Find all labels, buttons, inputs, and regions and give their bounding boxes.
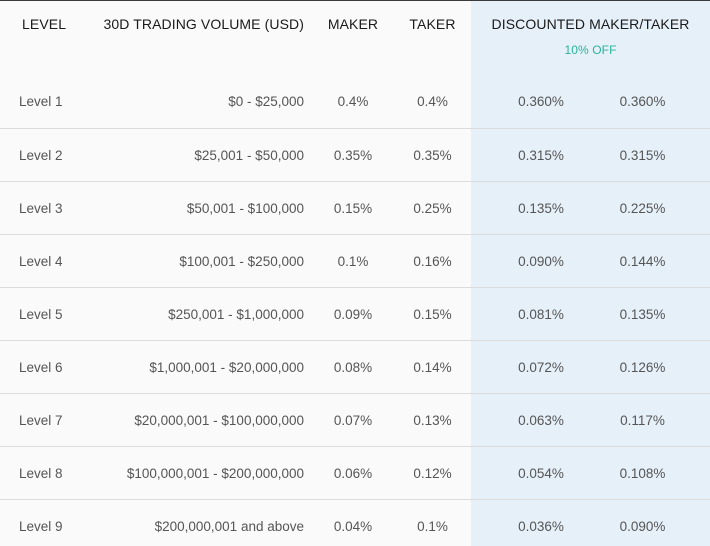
table-row: Level 8 $100,000,001 - $200,000,000 0.06% 0… [0,446,710,500]
volume-cell: $1,000,001 - $20,000,000 [100,340,312,394]
discounted-maker-fee-cell: 0.054% [471,446,591,500]
discounted-taker-fee-cell: 0.144% [591,234,710,288]
level-cell: Level 8 [0,446,100,500]
volume-cell: $200,000,001 and above [154,518,304,534]
level-cell: Level 9 [19,518,63,534]
discounted-taker-fee-cell: 0.090% [619,518,666,534]
maker-fee-cell: 0.15% [312,181,394,235]
maker-fee-cell: 0.35% [312,128,394,182]
taker-fee-cell: 0.35% [394,128,471,182]
taker-fee-cell: 0.13% [394,393,471,447]
volume-cell: $20,000,001 - $100,000,000 [100,393,312,447]
maker-fee-cell: 0.06% [312,446,394,500]
maker-fee-cell: 0.09% [312,287,394,341]
discounted-maker-fee-cell: 0.090% [471,234,591,288]
level-cell: Level 4 [0,234,100,288]
level-cell: Level 3 [0,181,100,235]
discounted-taker-fee-cell: 0.225% [591,181,710,235]
fee-table: LEVEL 30D TRADING VOLUME (USD) MAKER TAK… [0,1,710,546]
fee-table-header: LEVEL 30D TRADING VOLUME (USD) MAKER TAK… [0,1,710,75]
discounted-maker-fee-cell: 0.063% [471,393,591,447]
discounted-maker-fee-cell: 0.036% [518,518,564,534]
discounted-maker-fee-cell: 0.081% [471,287,591,341]
level-cell: Level 2 [0,128,100,182]
volume-cell: $100,000,001 - $200,000,000 [100,446,312,500]
header-maker: MAKER [327,16,379,32]
level-cell: Level 6 [0,340,100,394]
taker-fee-cell: 0.12% [394,446,471,500]
volume-cell: $100,001 - $250,000 [100,234,312,288]
volume-cell: $250,001 - $1,000,000 [100,287,312,341]
volume-cell: $0 - $25,000 [100,75,312,129]
taker-fee-cell: 0.1% [417,518,448,534]
taker-fee-cell: 0.15% [394,287,471,341]
discounted-taker-fee-cell: 0.117% [591,393,710,447]
table-row: Level 7 $20,000,001 - $100,000,000 0.07% 0.… [0,393,710,447]
level-cell: Level 7 [0,393,100,447]
header-level: LEVEL [22,16,67,32]
discounted-maker-fee-cell: 0.072% [471,340,591,394]
discounted-taker-fee-cell: 0.360% [591,75,710,129]
maker-fee-cell: 0.04% [333,518,373,534]
taker-fee-cell: 0.16% [394,234,471,288]
discounted-maker-fee-cell: 0.135% [471,181,591,235]
header-volume: 30D TRADING VOLUME (USD) [103,16,304,32]
discounted-taker-fee-cell: 0.126% [591,340,710,394]
level-cell: Level 5 [0,287,100,341]
table-row: Level 2 $25,001 - $50,000 0.35% 0.35% 0.315%… [0,128,710,182]
level-cell: Level 1 [0,75,100,129]
volume-cell: $25,001 - $50,000 [100,128,312,182]
discount-badge: 10% OFF [564,43,617,57]
fee-schedule-panel: LEVEL 30D TRADING VOLUME (USD) MAKER TAK… [0,0,710,546]
taker-fee-cell: 0.25% [394,181,471,235]
discounted-taker-fee-cell: 0.108% [591,446,710,500]
header-taker: TAKER [409,16,456,32]
header-discounted: DISCOUNTED MAKER/TAKER 10% OFF [471,1,710,75]
table-row: Level 1 $0 - $25,000 0.4% 0.4% 0.360% 0.360% [0,75,710,129]
table-row: Level 5 $250,001 - $1,000,000 0.09% 0.15% 0.… [0,287,710,341]
table-row: Level 9 $200,000,001 and above 0.04% 0.1% 0.… [0,500,710,546]
discounted-maker-fee-cell: 0.360% [471,75,591,129]
discounted-maker-fee-cell: 0.315% [471,128,591,182]
discounted-taker-fee-cell: 0.135% [591,287,710,341]
maker-fee-cell: 0.4% [312,75,394,129]
maker-fee-cell: 0.08% [312,340,394,394]
table-row: Level 3 $50,001 - $100,000 0.15% 0.25% 0.135… [0,181,710,235]
maker-fee-cell: 0.1% [312,234,394,288]
table-row: Level 6 $1,000,001 - $20,000,000 0.08% 0.14… [0,340,710,394]
table-row: Level 4 $100,001 - $250,000 0.1% 0.16% 0.090… [0,234,710,288]
discounted-taker-fee-cell: 0.315% [591,128,710,182]
taker-fee-cell: 0.14% [394,340,471,394]
taker-fee-cell: 0.4% [394,75,471,129]
fee-table-body: Level 1 $0 - $25,000 0.4% 0.4% 0.360% 0.360% L… [0,75,710,546]
volume-cell: $50,001 - $100,000 [100,181,312,235]
maker-fee-cell: 0.07% [312,393,394,447]
